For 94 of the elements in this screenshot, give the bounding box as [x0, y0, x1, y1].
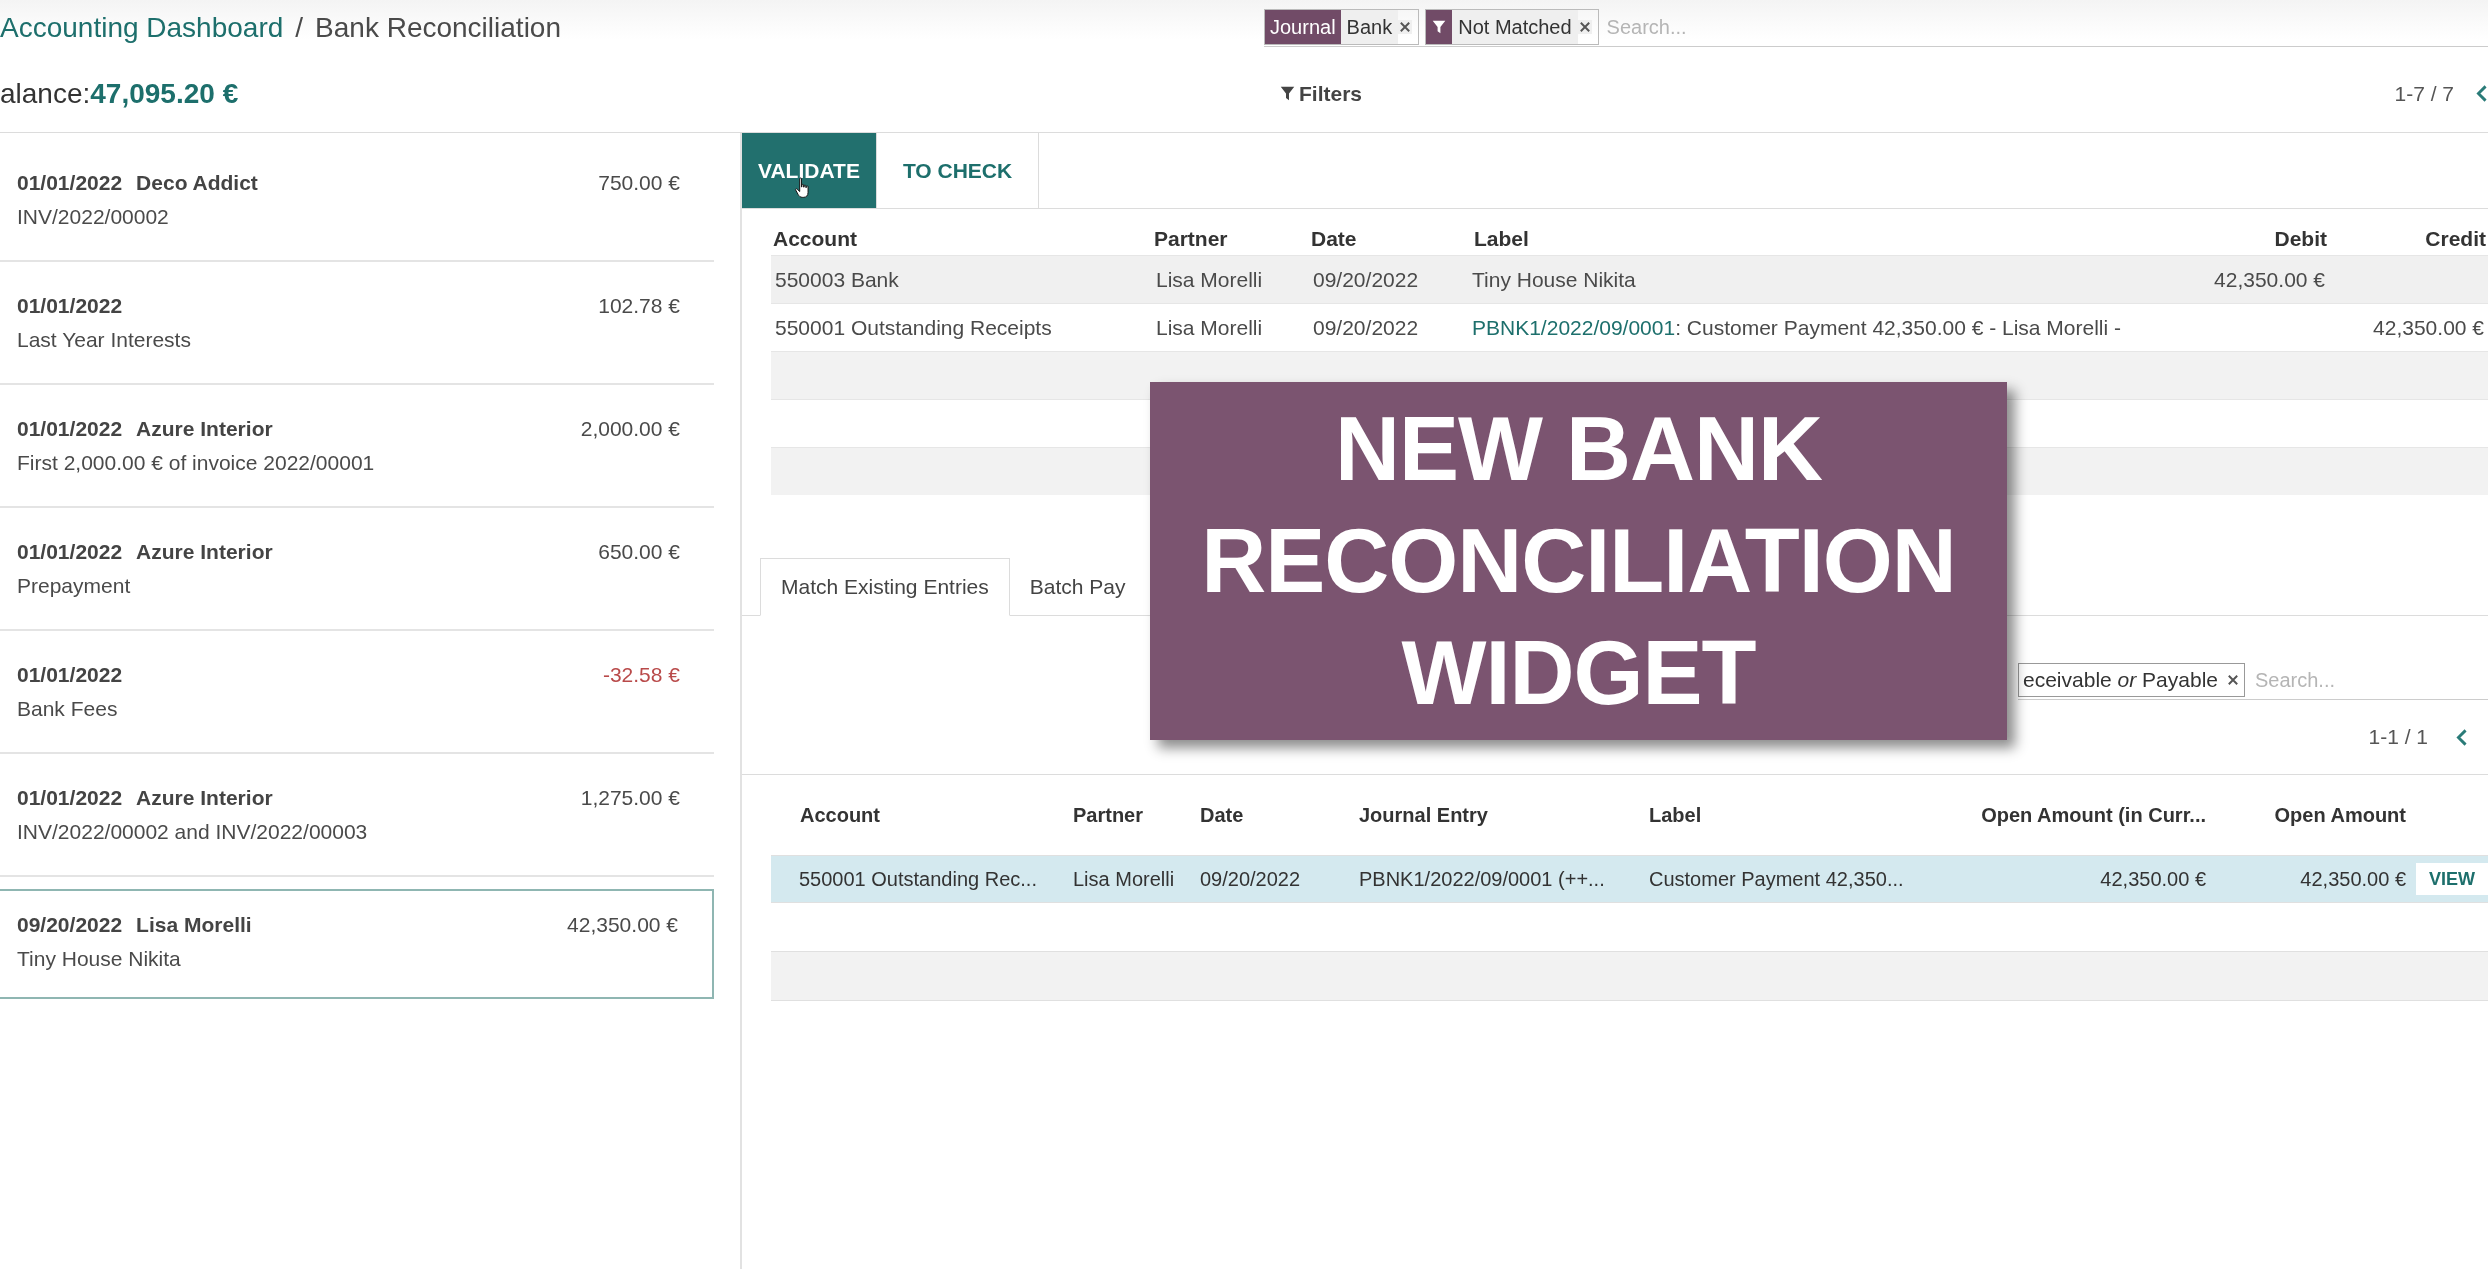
breadcrumb-link[interactable]: Accounting Dashboard [0, 11, 284, 44]
statement-line[interactable]: 01/01/2022 Azure Interior 2,000.00 € First 2,000.00 € of invoice 2022/00001 [0, 385, 714, 508]
statement-line[interactable]: 01/01/2022 102.78 € Last Year Interests [0, 262, 714, 385]
table-cell-text: 42,350.00 € [2099, 866, 2207, 892]
chevron-left-icon[interactable] [2456, 727, 2468, 747]
table-cell-text: Lisa Morelli [1155, 314, 1264, 341]
statement-amount: 1,275.00 € [580, 786, 680, 810]
balance-amount: 47,095.20 € [90, 77, 239, 110]
statement-line[interactable]: 01/01/2022 Deco Addict 750.00 € INV/2022/00002 [0, 139, 714, 262]
table-cell-text: 42,350.00 € [2213, 266, 2326, 293]
pager-count: 1-7 / 7 [2394, 81, 2454, 106]
statement-date: 01/01/2022 [17, 540, 123, 564]
statement-reference: Bank Fees [17, 697, 119, 721]
column-header: Open Amount [2273, 802, 2407, 828]
cursor-icon [794, 177, 812, 199]
table-cell-text: 09/20/2022 [1312, 266, 1420, 293]
statement-partner: Lisa Morelli [136, 913, 252, 937]
statement-line[interactable]: 01/01/2022 Azure Interior 1,275.00 € INV/2022/00002 and INV/2022/00003 [0, 754, 714, 877]
statement-date: 01/01/2022 [17, 294, 123, 318]
view-button[interactable]: VIEW [2416, 863, 2488, 895]
close-icon[interactable] [2226, 673, 2240, 687]
statement-reference: INV/2022/00002 [17, 205, 170, 229]
column-header: Credit [2424, 226, 2487, 252]
breadcrumb-separator: / [295, 11, 304, 44]
column-header: Partner [1153, 226, 1229, 252]
search-facet[interactable]: Journal Bank [1264, 9, 1420, 45]
table-cell-text: 550001 Outstanding Receipts [774, 314, 1053, 341]
banner-title-line: NEW BANK [1335, 398, 1822, 501]
column-header: Open Amount (in Curr... [1980, 802, 2207, 828]
filter-icon [1280, 86, 1295, 101]
statement-reference: First 2,000.00 € of invoice 2022/00001 [17, 451, 376, 475]
column-header: Date [1310, 226, 1358, 252]
statement-partner: Azure Interior [136, 786, 273, 810]
entry-link[interactable]: PBNK1/2022/09/0001 [1472, 315, 1676, 340]
statement-date: 01/01/2022 [17, 171, 123, 195]
table-cell-text: Lisa Morelli [1072, 866, 1176, 892]
chevron-left-icon[interactable] [2476, 84, 2488, 103]
statement-line[interactable]: 01/01/2022 Azure Interior 650.00 € Prepayment [0, 508, 714, 631]
statement-amount: 42,350.00 € [567, 913, 678, 937]
statement-date: 09/20/2022 [17, 913, 123, 937]
statement-amount: -32.58 € [602, 663, 680, 687]
statement-amount: 650.00 € [598, 540, 680, 564]
action-button[interactable]: VALIDATE [742, 133, 877, 208]
table-cell-text: 09/20/2022 [1199, 866, 1302, 892]
table-cell-text: 09/20/2022 [1312, 314, 1420, 341]
statement-reference: INV/2022/00002 and INV/2022/00003 [17, 820, 369, 844]
statement-amount: 102.78 € [598, 294, 680, 318]
column-header: Debit [2273, 226, 2328, 252]
column-header: Account [799, 802, 881, 828]
banner-title-line: WIDGET [1401, 622, 1756, 725]
statement-date: 01/01/2022 [17, 786, 123, 810]
table-cell: Tiny House Nikita [1472, 267, 1636, 292]
table-cell-text: 550003 Bank [774, 266, 900, 293]
balance-label: alance: [0, 77, 91, 110]
table-cell: : Customer Payment 42,350.00 € - Lisa Morelli - [1675, 315, 2122, 340]
statement-partner: Azure Interior [136, 417, 273, 441]
statement-reference: Prepayment [17, 574, 132, 598]
search-input[interactable]: Search... [2253, 667, 2417, 693]
table-cell-text: PBNK1/2022/09/0001 (++... [1358, 866, 1606, 892]
statement-line[interactable]: 01/01/2022 -32.58 € Bank Fees [0, 631, 714, 754]
statement-date: 01/01/2022 [17, 663, 123, 687]
page-title: Bank Reconciliation [315, 11, 561, 44]
pager-count: 1-1 / 1 [2368, 725, 2428, 749]
table-cell-text: 550001 Outstanding Rec... [798, 866, 1038, 892]
table-row[interactable]: 550001 Outstanding Rec... Lisa Morelli 09/20/2022 PBNK1/2022/09/0001 (++... Customer Payment 42,350... 42,350.00 € 42,350.00 € VIEW [771, 855, 2488, 902]
statement-amount: 2,000.00 € [580, 417, 680, 441]
tab[interactable]: Match Existing Entries [760, 558, 1010, 616]
tab[interactable]: Batch Pay [1009, 558, 1146, 616]
statement-amount: 750.00 € [598, 171, 680, 195]
table-cell-text: 42,350.00 € [2372, 314, 2485, 341]
column-header: Journal Entry [1358, 802, 1489, 828]
statement-line[interactable]: 09/20/2022 Lisa Morelli 42,350.00 € Tiny House Nikita [0, 889, 714, 999]
search-facet[interactable]: eceivable or Payable [2018, 663, 2245, 697]
column-header: Date [1199, 802, 1245, 828]
statement-partner: Azure Interior [136, 540, 273, 564]
column-header: Label [1648, 802, 1703, 828]
search-bar[interactable]: Journal Bank Not Matched Search... [1264, 8, 2488, 47]
close-icon[interactable] [1398, 20, 1413, 34]
statement-date: 01/01/2022 [17, 417, 123, 441]
filter-icon [1432, 20, 1447, 34]
column-header: Label [1473, 226, 1530, 252]
table-cell-text: Customer Payment 42,350... [1648, 866, 1905, 892]
table-cell-text: Lisa Morelli [1155, 266, 1264, 293]
banner-title-line: RECONCILIATION [1201, 510, 1956, 613]
search-input[interactable]: Search... [1604, 14, 1909, 40]
search-facet[interactable]: Not Matched [1425, 9, 1599, 45]
search-bar[interactable]: eceivable or Payable Search... [2018, 661, 2488, 700]
column-header: Account [772, 226, 858, 252]
filters-button[interactable]: Filters [1274, 81, 1369, 106]
statement-reference: Last Year Interests [17, 328, 192, 352]
table-cell-text: 42,350.00 € [2299, 866, 2407, 892]
statement-reference: Tiny House Nikita [17, 947, 182, 971]
statement-partner: Deco Addict [136, 171, 258, 195]
column-header: Partner [1072, 802, 1145, 828]
